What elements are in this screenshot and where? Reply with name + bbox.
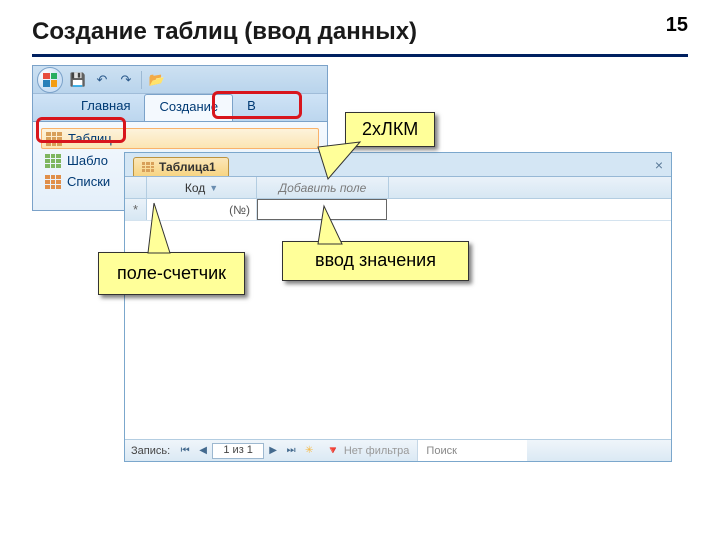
callout-double-click: 2хЛКМ <box>345 112 435 147</box>
datasheet-tab-label: Таблица1 <box>159 160 216 174</box>
quick-access-toolbar: 💾 ↶ ↷ 📂 <box>33 66 327 94</box>
datasheet-header-row: Код ▼ Добавить поле <box>125 177 671 199</box>
record-label: Запись: <box>125 445 176 457</box>
callout-counter-field: поле-счетчик <box>98 252 245 295</box>
cell-input[interactable] <box>257 199 387 220</box>
filter-status: 🔻 Нет фильтра <box>318 444 417 457</box>
ribbon-item-table[interactable]: Таблиц <box>41 128 319 149</box>
open-folder-icon[interactable]: 📂 <box>148 71 166 89</box>
slide-title: Создание таблиц (ввод данных) <box>0 0 720 54</box>
nav-new-icon[interactable]: ✳ <box>300 442 318 460</box>
templates-icon <box>45 154 61 168</box>
ribbon-item-label: Шабло <box>67 153 108 168</box>
tab-create[interactable]: Создание <box>144 94 233 121</box>
tab-home[interactable]: Главная <box>67 94 144 121</box>
column-header-id[interactable]: Код ▼ <box>147 177 257 198</box>
undo-icon[interactable]: ↶ <box>93 71 111 89</box>
nav-prev-icon[interactable]: ◀ <box>194 442 212 460</box>
record-position[interactable]: 1 из 1 <box>212 443 264 459</box>
row-header-corner <box>125 177 147 198</box>
column-label: Добавить поле <box>279 181 367 195</box>
ribbon-item-label: Списки <box>67 174 110 189</box>
cell-id[interactable]: (№) <box>147 199 257 220</box>
save-icon[interactable]: 💾 <box>69 71 87 89</box>
datasheet-body: * (№) <box>125 199 671 439</box>
datasheet-window: Таблица1 × Код ▼ Добавить поле * (№) Зап… <box>124 152 672 462</box>
table-icon <box>142 162 154 172</box>
ribbon-tabs: Главная Создание В <box>33 94 327 122</box>
page-number: 15 <box>666 14 688 37</box>
record-navigator: Запись: ⏮ ◀ 1 из 1 ▶ ⏭ ✳ 🔻 Нет фильтра П… <box>125 439 671 461</box>
title-underline <box>32 54 688 57</box>
nav-first-icon[interactable]: ⏮ <box>176 442 194 460</box>
column-label: Код <box>185 181 205 195</box>
office-button[interactable] <box>37 67 63 93</box>
redo-icon[interactable]: ↷ <box>117 71 135 89</box>
nav-next-icon[interactable]: ▶ <box>264 442 282 460</box>
separator <box>141 71 142 89</box>
column-header-add-field[interactable]: Добавить поле <box>257 177 389 198</box>
dropdown-icon[interactable]: ▼ <box>209 183 218 193</box>
tab-cutoff[interactable]: В <box>233 94 270 121</box>
new-row-indicator: * <box>125 199 147 220</box>
search-box[interactable]: Поиск <box>417 440 527 461</box>
callout-enter-value: ввод значения <box>282 241 469 281</box>
ribbon-item-label: Таблиц <box>68 131 112 146</box>
nav-last-icon[interactable]: ⏭ <box>282 442 300 460</box>
filter-icon: 🔻 <box>326 444 340 457</box>
table-row: * (№) <box>125 199 671 221</box>
table-icon <box>46 132 62 146</box>
datasheet-tabbar: Таблица1 × <box>125 153 671 177</box>
datasheet-tab[interactable]: Таблица1 <box>133 157 229 176</box>
lists-icon <box>45 175 61 189</box>
close-icon[interactable]: × <box>655 157 663 173</box>
